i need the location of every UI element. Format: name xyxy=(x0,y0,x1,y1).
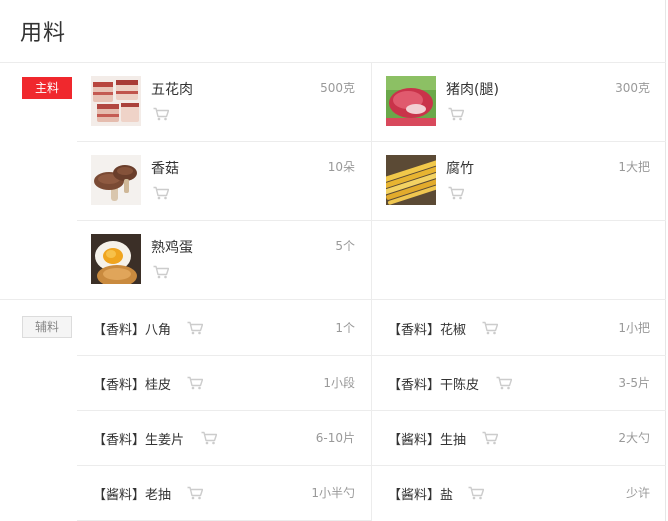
ingredient-name[interactable]: 【酱料】盐 xyxy=(388,484,453,503)
ingredient-quantity: 10朵 xyxy=(327,160,355,174)
ingredients-panel: 用料 主料 五花肉 500克 猪肉(腿) 300克 香菇 10朵 腐竹 1大把 … xyxy=(0,0,666,521)
shopping-cart-icon[interactable] xyxy=(448,186,464,200)
shopping-cart-icon[interactable] xyxy=(448,107,464,121)
aux-ingredient-item[interactable]: 【酱料】老抽 1小半勺 xyxy=(77,465,371,520)
ingredient-quantity: 300克 xyxy=(615,81,650,95)
shopping-cart-icon[interactable] xyxy=(153,107,169,121)
shopping-cart-icon[interactable] xyxy=(468,486,484,500)
ingredient-quantity: 3-5片 xyxy=(618,376,650,390)
pork-leg-photo[interactable] xyxy=(386,76,436,126)
aux-ingredient-item[interactable]: 【酱料】盐 少许 xyxy=(372,465,666,520)
ingredient-name[interactable]: 【香料】桂皮 xyxy=(93,374,171,393)
ingredient-name[interactable]: 【酱料】生抽 xyxy=(388,429,466,448)
aux-ingredients-tag: 辅料 xyxy=(22,316,72,338)
shopping-cart-icon[interactable] xyxy=(482,321,498,335)
shopping-cart-icon[interactable] xyxy=(187,376,203,390)
ingredient-name[interactable]: 【酱料】老抽 xyxy=(93,484,171,503)
ingredient-quantity: 1大把 xyxy=(618,160,650,174)
aux-ingredient-item[interactable]: 【香料】桂皮 1小段 xyxy=(77,355,371,410)
main-ingredient-item[interactable]: 香菇 10朵 xyxy=(77,141,371,220)
main-ingredient-item[interactable]: 猪肉(腿) 300克 xyxy=(372,62,666,141)
ingredient-quantity: 1小把 xyxy=(618,321,650,335)
ingredient-name[interactable]: 猪肉(腿) xyxy=(446,79,499,99)
shopping-cart-icon[interactable] xyxy=(187,321,203,335)
ingredient-name[interactable]: 【香料】八角 xyxy=(93,319,171,338)
ingredient-quantity: 2大勺 xyxy=(618,431,650,445)
shopping-cart-icon[interactable] xyxy=(187,486,203,500)
aux-ingredient-item[interactable]: 【香料】花椒 1小把 xyxy=(372,300,666,355)
ingredient-name[interactable]: 熟鸡蛋 xyxy=(151,237,193,257)
shopping-cart-icon[interactable] xyxy=(201,431,217,445)
ingredient-name[interactable]: 五花肉 xyxy=(151,79,193,99)
ingredient-quantity: 500克 xyxy=(320,81,355,95)
shopping-cart-icon[interactable] xyxy=(153,186,169,200)
ingredient-quantity: 1个 xyxy=(335,321,355,335)
shopping-cart-icon[interactable] xyxy=(496,376,512,390)
main-ingredient-item[interactable]: 腐竹 1大把 xyxy=(372,141,666,220)
pork-belly-photo[interactable] xyxy=(91,76,141,126)
ingredient-name[interactable]: 香菇 xyxy=(151,158,179,178)
ingredient-name[interactable]: 【香料】花椒 xyxy=(388,319,466,338)
ingredient-name[interactable]: 【香料】生姜片 xyxy=(93,429,184,448)
ingredient-quantity: 少许 xyxy=(625,486,650,500)
page-title: 用料 xyxy=(20,21,67,46)
aux-ingredient-item[interactable]: 【香料】八角 1个 xyxy=(77,300,371,355)
ingredient-name[interactable]: 腐竹 xyxy=(446,158,474,178)
ingredient-quantity: 1小半勺 xyxy=(311,486,355,500)
ingredient-quantity: 6-10片 xyxy=(315,431,355,445)
ingredient-name[interactable]: 【香料】干陈皮 xyxy=(388,374,479,393)
aux-ingredient-item[interactable]: 【香料】干陈皮 3-5片 xyxy=(372,355,666,410)
shopping-cart-icon[interactable] xyxy=(153,265,169,279)
main-ingredients-tag: 主料 xyxy=(22,77,72,99)
shopping-cart-icon[interactable] xyxy=(482,431,498,445)
boiled-egg-photo[interactable] xyxy=(91,234,141,284)
ingredient-quantity: 1小段 xyxy=(323,376,355,390)
tofu-skin-photo[interactable] xyxy=(386,155,436,205)
aux-ingredient-item[interactable]: 【酱料】生抽 2大勺 xyxy=(372,410,666,465)
main-ingredient-item[interactable]: 五花肉 500克 xyxy=(77,62,371,141)
main-ingredient-item[interactable]: 熟鸡蛋 5个 xyxy=(77,220,371,299)
shiitake-photo[interactable] xyxy=(91,155,141,205)
aux-ingredient-item[interactable]: 【香料】生姜片 6-10片 xyxy=(77,410,371,465)
ingredient-quantity: 5个 xyxy=(335,239,355,253)
